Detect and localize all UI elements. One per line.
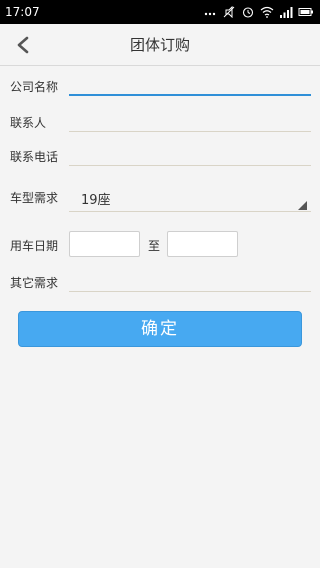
contact-input[interactable] <box>69 112 311 132</box>
app-header: 团体订购 <box>0 24 320 66</box>
mute-icon <box>222 6 236 18</box>
phone-row: 联系电话 <box>0 146 320 170</box>
other-label: 其它需求 <box>10 276 59 290</box>
signal-icon <box>279 6 293 18</box>
company-label: 公司名称 <box>10 80 59 94</box>
contact-label: 联系人 <box>10 116 47 130</box>
vehicle-selected-value: 19座 <box>81 193 111 208</box>
dropdown-corner-icon <box>298 201 307 210</box>
vehicle-type-select[interactable]: 19座 <box>69 186 311 212</box>
status-time: 17:07 <box>5 5 40 19</box>
company-name-input[interactable] <box>69 76 311 96</box>
phone-input[interactable] <box>69 146 311 166</box>
other-requirements-input[interactable] <box>69 272 311 292</box>
date-row: 用车日期 至 <box>0 231 320 259</box>
company-row: 公司名称 <box>0 76 320 100</box>
status-icons <box>203 6 314 18</box>
phone-label: 联系电话 <box>10 150 59 164</box>
page-title: 团体订购 <box>129 36 190 54</box>
contact-row: 联系人 <box>0 112 320 136</box>
wifi-icon <box>260 6 274 18</box>
date-label: 用车日期 <box>10 239 59 253</box>
confirm-button[interactable]: 确定 <box>18 311 302 347</box>
vehicle-label: 车型需求 <box>10 191 59 205</box>
date-from-input[interactable] <box>69 231 140 257</box>
more-dots-icon <box>203 6 217 18</box>
battery-icon <box>298 6 314 18</box>
vehicle-row: 车型需求 19座 <box>0 186 320 216</box>
status-bar: 17:07 <box>0 0 320 24</box>
other-row: 其它需求 <box>0 272 320 296</box>
date-separator: 至 <box>148 239 161 253</box>
alarm-icon <box>241 6 255 18</box>
date-to-input[interactable] <box>167 231 238 257</box>
